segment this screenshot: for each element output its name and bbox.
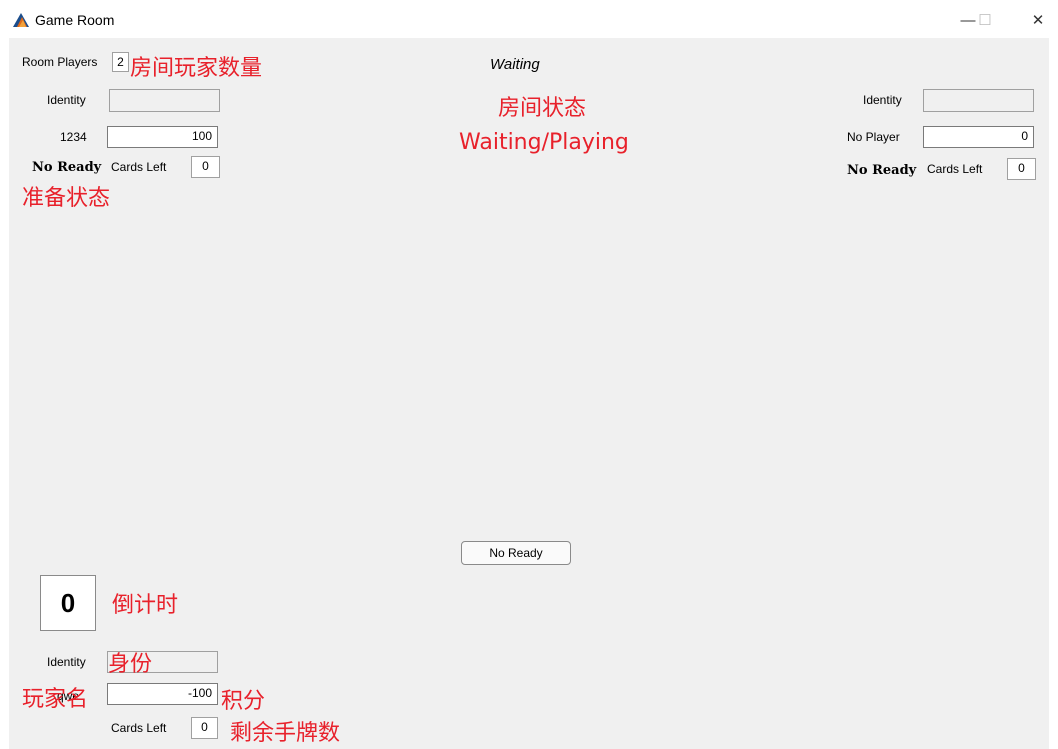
window-title: Game Room	[35, 12, 115, 28]
countdown-display: 0	[40, 575, 96, 631]
maximize-button[interactable]: ☐	[965, 6, 1005, 34]
left-score-field: 100	[107, 126, 218, 148]
annotation-room-status-values: Waiting/Playing	[459, 130, 629, 155]
annotation-identity: 身份	[108, 652, 153, 677]
room-players-label: Room Players	[22, 55, 98, 69]
right-cards-left-label: Cards Left	[927, 162, 983, 176]
annotation-score: 积分	[221, 689, 266, 714]
left-ready-status: No Ready	[32, 160, 102, 175]
left-identity-field	[109, 89, 220, 112]
annotation-cards-left: 剩余手牌数	[230, 721, 341, 746]
right-identity-field	[923, 89, 1034, 112]
right-ready-status: No Ready	[847, 163, 917, 178]
left-cards-left-label: Cards Left	[111, 160, 167, 174]
left-cards-left-value: 0	[191, 156, 220, 178]
close-icon: ✕	[1031, 12, 1045, 29]
annotation-countdown: 倒计时	[112, 593, 179, 618]
close-button[interactable]: ✕	[1018, 6, 1058, 34]
matlab-icon	[13, 13, 29, 27]
maximize-icon: ☐	[978, 12, 992, 29]
annotation-room-players: 房间玩家数量	[130, 56, 263, 81]
left-identity-label: Identity	[47, 93, 86, 107]
right-identity-label: Identity	[863, 93, 902, 107]
left-player-name: 1234	[60, 130, 87, 144]
title-bar: Game Room — ☐ ✕	[0, 0, 1058, 38]
right-score-field: 0	[923, 126, 1034, 148]
self-cards-left-label: Cards Left	[111, 721, 167, 735]
room-status: Waiting	[490, 56, 540, 73]
self-cards-left-value: 0	[191, 717, 218, 739]
annotation-ready-status: 准备状态	[22, 186, 111, 211]
self-identity-label: Identity	[47, 655, 86, 669]
game-room-panel: Room Players 2 房间玩家数量 Waiting 房间状态 Waiti…	[9, 38, 1049, 749]
right-cards-left-value: 0	[1007, 158, 1036, 180]
room-players-value: 2	[112, 52, 129, 72]
annotation-room-status: 房间状态	[498, 96, 587, 121]
right-player-name: No Player	[847, 130, 900, 144]
annotation-player-name: 玩家名	[22, 687, 89, 712]
ready-button[interactable]: No Ready	[461, 541, 571, 565]
self-score-field: -100	[107, 683, 218, 705]
